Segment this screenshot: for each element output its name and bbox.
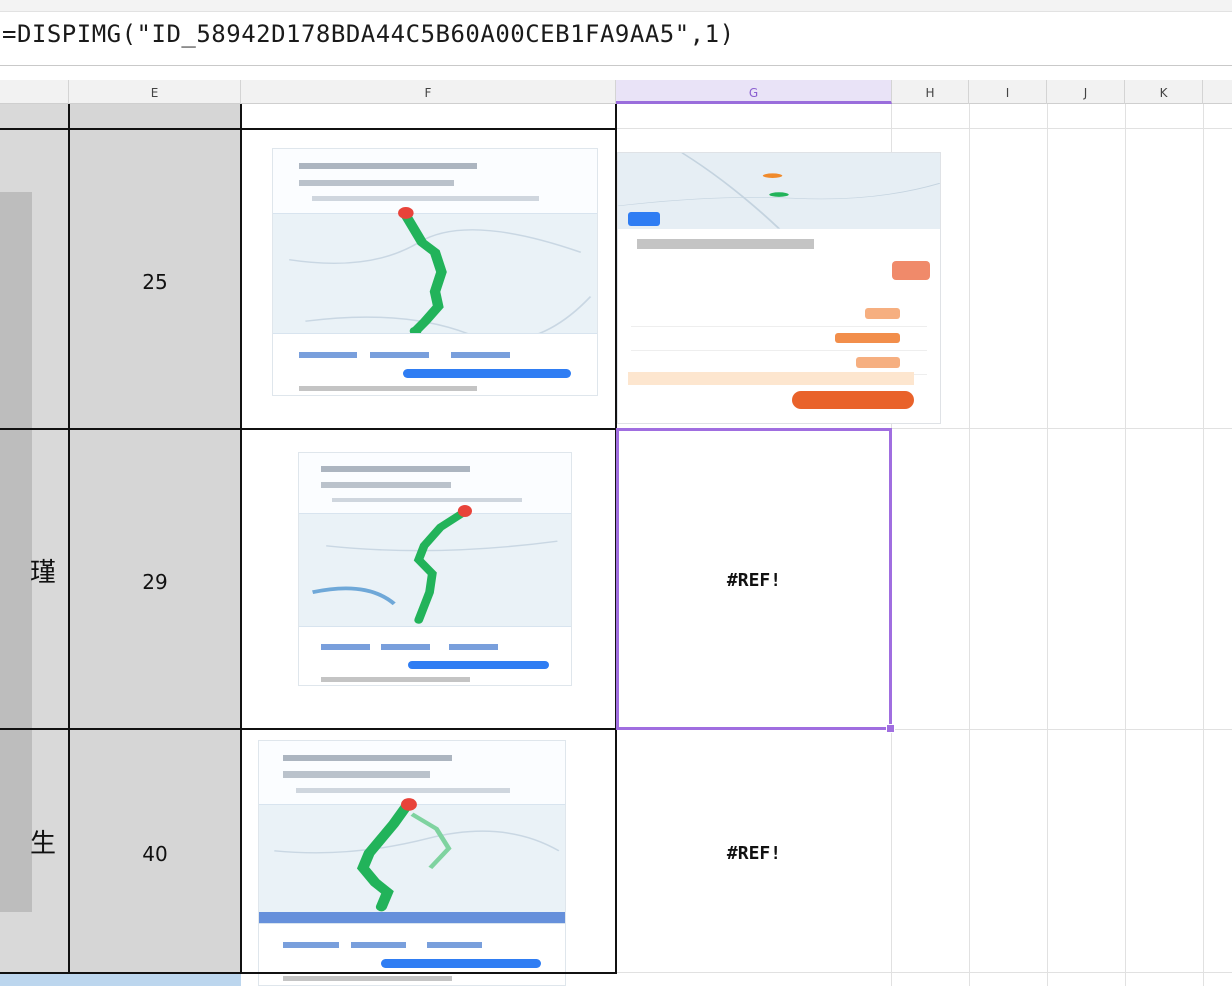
grid-line — [969, 104, 970, 986]
formula-text[interactable]: =DISPIMG("ID_58942D178BDA44C5B60A00CEB1F… — [2, 20, 735, 48]
column-header-h[interactable]: H — [892, 80, 969, 104]
next-row-cells[interactable] — [0, 974, 241, 986]
grid-line — [616, 128, 1232, 129]
grid-line — [616, 972, 1232, 973]
column-header-k[interactable]: K — [1125, 80, 1203, 104]
column-header-f[interactable]: F — [241, 80, 616, 104]
cell-d-row3[interactable]: 生 — [30, 823, 56, 860]
column-header-j[interactable]: J — [1047, 80, 1125, 104]
column-header-g[interactable]: G — [616, 80, 892, 104]
border-line — [0, 428, 616, 430]
cell-e-row2[interactable]: 29 — [69, 570, 241, 594]
fill-handle[interactable] — [886, 724, 895, 733]
cell-selection-box[interactable] — [616, 428, 892, 730]
grid-line — [1047, 104, 1048, 986]
border-line — [0, 728, 616, 730]
cell-g-row3[interactable]: #REF! — [616, 843, 892, 864]
border-line — [0, 128, 616, 130]
column-header-e[interactable]: E — [69, 80, 241, 104]
column-header-i[interactable]: I — [969, 80, 1047, 104]
column-header-d[interactable] — [0, 80, 69, 104]
toolbar-strip — [0, 0, 1232, 12]
map-route-image[interactable] — [272, 148, 598, 396]
merged-cell-bar — [0, 192, 32, 912]
formula-bar[interactable]: =DISPIMG("ID_58942D178BDA44C5B60A00CEB1F… — [0, 0, 1232, 66]
map-route-image[interactable] — [298, 452, 572, 686]
grid-line — [1203, 104, 1204, 986]
border-line — [0, 972, 616, 974]
cell-e-row1[interactable]: 25 — [69, 270, 241, 294]
cell-e-row3[interactable]: 40 — [69, 842, 241, 866]
grid-line — [892, 428, 1232, 429]
cell-d-row2[interactable]: 瑾 — [30, 552, 56, 589]
grid-line — [1125, 104, 1126, 986]
app-screenshot-image[interactable] — [617, 152, 941, 424]
column-header-row: E F G H I J K — [0, 80, 1232, 104]
map-route-image[interactable] — [258, 740, 566, 986]
grid-line — [892, 729, 1232, 730]
